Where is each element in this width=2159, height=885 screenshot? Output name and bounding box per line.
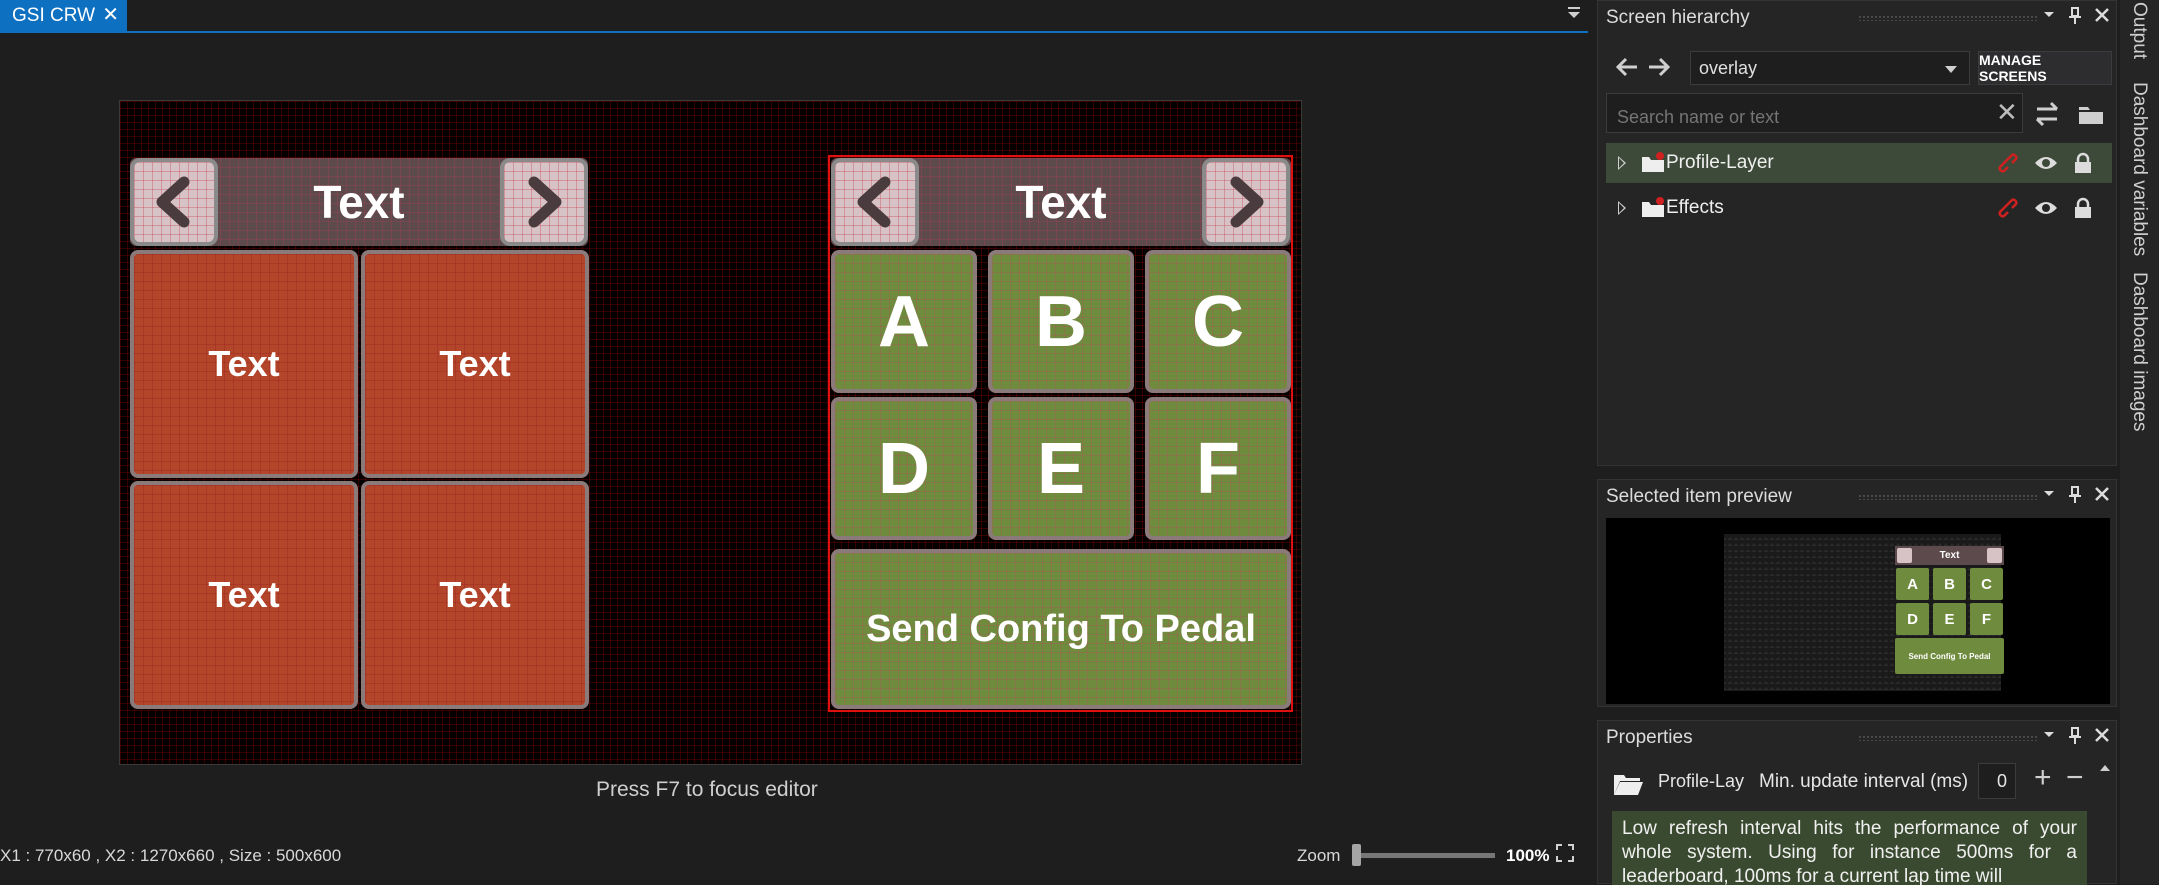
chevron-left-icon xyxy=(156,176,190,228)
tree-item-profile-layer[interactable]: Profile-Layer xyxy=(1606,143,2112,183)
zoom-slider-thumb[interactable] xyxy=(1352,844,1361,866)
preview-key: C xyxy=(1970,568,2003,600)
plus-icon[interactable]: + xyxy=(2034,761,2052,795)
preview-key: E xyxy=(1933,603,1966,635)
preview-canvas: Text A B C D E F Send Config To Pedal xyxy=(1724,534,2004,691)
chevron-right-icon xyxy=(1230,176,1264,228)
properties-title: Properties xyxy=(1606,727,1693,748)
key-d-button[interactable]: D xyxy=(831,397,977,540)
minus-icon[interactable]: − xyxy=(2066,761,2084,795)
pin-icon[interactable] xyxy=(2068,486,2082,504)
document-tab-title: GSI CRW xyxy=(12,4,96,26)
preview-key: B xyxy=(1933,568,1966,600)
link-icon[interactable] xyxy=(1996,153,2020,173)
pane-title: Properties xyxy=(1598,721,2118,755)
left-next-button[interactable] xyxy=(500,158,588,246)
screen-select[interactable]: overlay xyxy=(1690,51,1970,85)
preview-send-button: Send Config To Pedal xyxy=(1895,638,2004,674)
lock-icon[interactable] xyxy=(2072,197,2094,219)
screen-hierarchy-pane: Screen hierarchy overlay MANAGE SCREENS … xyxy=(1597,0,2117,466)
document-tab-bar: GSI CRW ✕ xyxy=(0,0,1588,33)
left-cell-1[interactable]: Text xyxy=(130,250,358,478)
document-tab[interactable]: GSI CRW ✕ xyxy=(0,0,127,31)
status-bar: X1 : 770x60 , X2 : 1270x660 , Size : 500… xyxy=(0,836,1588,874)
send-config-button[interactable]: Send Config To Pedal xyxy=(831,549,1291,709)
chevron-down-icon xyxy=(1945,66,1957,73)
preview-key: A xyxy=(1896,568,1929,600)
close-icon[interactable] xyxy=(2094,486,2110,502)
scrollbar[interactable] xyxy=(2098,761,2112,885)
folder-icon xyxy=(1614,775,1643,795)
preview-viewport: Text A B C D E F Send Config To Pedal xyxy=(1606,518,2110,704)
key-c-button[interactable]: C xyxy=(1145,250,1291,393)
screen-hierarchy-title: Screen hierarchy xyxy=(1606,7,1750,28)
zoom-value: 100% xyxy=(1506,846,1550,865)
pin-icon[interactable] xyxy=(2068,7,2082,25)
arrow-left-icon[interactable] xyxy=(1612,53,1642,81)
preview-key: D xyxy=(1896,603,1929,635)
pane-title: Selected item preview xyxy=(1598,480,2118,514)
side-tab-dashboard-images[interactable]: Dashboard images xyxy=(2128,272,2150,431)
pane-title: Screen hierarchy xyxy=(1598,1,2118,35)
folder-icon[interactable] xyxy=(2074,97,2108,131)
interval-label: Min. update interval (ms) xyxy=(1759,771,1969,792)
preview-thumbnail: Text A B C D E F Send Config To Pedal xyxy=(1895,546,2004,681)
chevron-down-icon[interactable] xyxy=(2042,7,2056,21)
interval-input[interactable]: 0 xyxy=(1978,763,2016,799)
side-tab-dashboard-variables[interactable]: Dashboard variables xyxy=(2128,82,2150,256)
fit-icon[interactable] xyxy=(1556,844,1574,862)
tree-item-label: Effects xyxy=(1666,197,1724,218)
zoom-slider[interactable] xyxy=(1352,853,1495,858)
chevron-down-icon[interactable] xyxy=(2042,727,2056,741)
pin-icon[interactable] xyxy=(2068,727,2082,745)
preview-pane: Selected item preview Text A B C D E F S… xyxy=(1597,479,2117,707)
eye-icon[interactable] xyxy=(2034,200,2058,216)
lock-icon[interactable] xyxy=(2072,152,2094,174)
chevron-left-icon xyxy=(857,176,891,228)
left-cell-4[interactable]: Text xyxy=(361,481,589,709)
preview-key: F xyxy=(1970,603,2003,635)
preview-next-icon xyxy=(1987,548,2002,563)
zoom-label: Zoom xyxy=(1297,846,1341,865)
chevron-down-icon[interactable] xyxy=(2042,486,2056,500)
manage-screens-button[interactable]: MANAGE SCREENS xyxy=(1978,51,2112,85)
side-tab-strip: Output Dashboard variables Dashboard ima… xyxy=(2120,0,2159,884)
left-cell-3[interactable]: Text xyxy=(130,481,358,709)
search-input[interactable] xyxy=(1606,93,2023,133)
key-a-button[interactable]: A xyxy=(831,250,977,393)
preview-prev-icon xyxy=(1897,548,1912,563)
tree-item-effects[interactable]: Effects xyxy=(1606,188,2112,228)
key-f-button[interactable]: F xyxy=(1145,397,1291,540)
close-icon[interactable] xyxy=(2094,7,2110,23)
chevron-right-icon[interactable] xyxy=(1618,201,1626,215)
side-tab-output[interactable]: Output xyxy=(2128,2,2150,59)
folder-icon xyxy=(1642,152,1664,172)
coordinates-readout: X1 : 770x60 , X2 : 1270x660 , Size : 500… xyxy=(0,846,342,865)
right-next-button[interactable] xyxy=(1202,158,1290,246)
folder-icon xyxy=(1642,197,1664,217)
menu-icon[interactable] xyxy=(1566,7,1582,21)
link-icon[interactable] xyxy=(1996,198,2020,218)
chevron-right-icon xyxy=(528,176,562,228)
focus-hint: Press F7 to focus editor xyxy=(596,778,818,801)
preview-title: Selected item preview xyxy=(1606,486,1792,507)
close-icon[interactable] xyxy=(2094,727,2110,743)
chevron-right-icon[interactable] xyxy=(1618,156,1626,170)
left-prev-button[interactable] xyxy=(130,158,218,246)
performance-warning: Low refresh interval hits the performanc… xyxy=(1612,811,2087,885)
close-icon[interactable]: ✕ xyxy=(102,5,119,25)
eye-icon[interactable] xyxy=(2034,155,2058,171)
clear-search-icon[interactable]: ✕ xyxy=(1996,97,2018,128)
properties-pane: Properties Profile-Layer Min. update int… xyxy=(1597,720,2118,885)
arrow-right-icon[interactable] xyxy=(1644,53,1674,81)
left-cell-2[interactable]: Text xyxy=(361,250,589,478)
editor-area: GSI CRW ✕ Text Text Text Text Text Text xyxy=(0,0,1588,884)
tree-item-label: Profile-Layer xyxy=(1666,152,1774,173)
key-e-button[interactable]: E xyxy=(988,397,1134,540)
swap-icon[interactable] xyxy=(2030,97,2064,131)
key-b-button[interactable]: B xyxy=(988,250,1134,393)
right-prev-button[interactable] xyxy=(831,158,919,246)
property-name: Profile-Layer xyxy=(1658,771,1744,791)
screen-select-value: overlay xyxy=(1699,58,1758,78)
